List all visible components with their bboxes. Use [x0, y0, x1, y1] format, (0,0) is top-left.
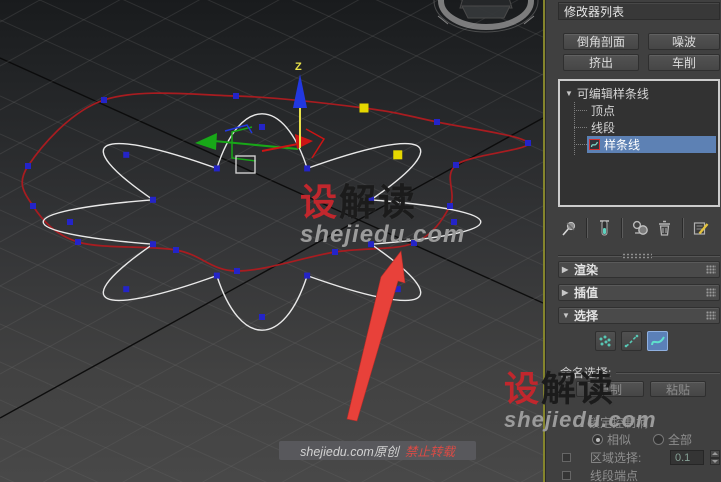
lock-handles-checkbox[interactable]	[574, 418, 583, 427]
modifier-button-bevel-profile[interactable]: 倒角剖面	[563, 33, 639, 50]
button-label: 倒角剖面	[576, 35, 625, 49]
show-end-result-icon[interactable]	[597, 219, 612, 238]
splitter-handle[interactable]	[622, 253, 652, 259]
vertex-mode-button[interactable]	[595, 331, 616, 351]
modifier-button-noise[interactable]: 噪波	[648, 33, 720, 50]
configure-modifier-sets-icon[interactable]	[692, 219, 710, 238]
button-label: 挤出	[588, 56, 613, 70]
lock-handles-row: 锁定控制柄	[574, 414, 648, 431]
toolbar-separator	[682, 218, 684, 238]
modifier-list-dropdown[interactable]: 修改器列表	[558, 2, 720, 20]
area-selection-row: 区域选择: 0.1	[562, 449, 720, 466]
spline-vertices[interactable]	[25, 93, 531, 320]
stack-item-label: 可编辑样条线	[576, 87, 649, 101]
toolbar-separator	[586, 218, 588, 238]
home-grid	[0, 0, 543, 482]
stack-item-spline-selected[interactable]: 样条线	[589, 136, 640, 153]
chevron-down-icon: ▼	[562, 311, 570, 320]
spinner-down-icon[interactable]	[710, 457, 720, 465]
spinner-up-icon[interactable]	[710, 450, 720, 458]
alike-radio[interactable]	[592, 434, 603, 445]
pin-stack-icon[interactable]	[560, 219, 577, 238]
expand-triangle-icon[interactable]: ▼	[565, 89, 573, 98]
tree-connector	[574, 127, 587, 128]
rollout-grip-icon[interactable]	[706, 265, 716, 274]
groove-line	[616, 371, 720, 374]
alike-label: 相似	[607, 433, 632, 447]
all-radio[interactable]	[653, 434, 665, 445]
gizmo-plane-red	[305, 128, 326, 159]
panel-splitter[interactable]	[558, 252, 720, 260]
spline-mode-button[interactable]	[647, 331, 668, 351]
axis-z-label: Z	[295, 61, 302, 73]
subobject-mode-row	[558, 331, 720, 351]
segment-end-row: 线段端点	[562, 467, 638, 482]
vertex-icon	[599, 335, 611, 347]
modify-panel: 修改器列表 倒角剖面 噪波 挤出 车削 ▼ 可编辑样条线 顶点 线段 样条线 ▶…	[545, 0, 721, 482]
spline-subobject-icon	[589, 139, 600, 150]
segment-mode-button[interactable]	[621, 331, 642, 351]
named-selection-row: 命名选择:	[560, 364, 720, 381]
modifier-stack[interactable]: ▼ 可编辑样条线 顶点 线段 样条线	[558, 79, 720, 207]
rollout-grip-icon[interactable]	[706, 288, 716, 297]
stack-toolbar	[558, 214, 720, 242]
rollout-label: 插值	[574, 286, 599, 300]
segment-end-checkbox[interactable]	[562, 471, 571, 480]
rollout-label: 选择	[574, 309, 599, 323]
button-label: 噪波	[671, 35, 696, 49]
chevron-right-icon: ▶	[562, 288, 569, 297]
toolbar-separator	[621, 218, 623, 238]
rollout-interpolation[interactable]: ▶ 插值	[558, 284, 720, 301]
annotation-arrow	[346, 250, 406, 422]
paste-button[interactable]: 粘贴	[650, 381, 706, 397]
area-selection-label: 区域选择:	[590, 451, 642, 465]
gizmo-x-arrowhead	[295, 134, 313, 149]
viewport-3d[interactable]: Z	[0, 0, 543, 482]
all-label: 全部	[668, 433, 693, 447]
rollout-grip-icon[interactable]	[706, 311, 716, 320]
stack-item-vertex[interactable]: 顶点	[591, 102, 615, 119]
viewport-canvas[interactable]: Z	[0, 0, 543, 482]
stack-item-label: 样条线	[604, 138, 641, 152]
copyright-note: shejiedu.com原创 禁止转载	[279, 441, 476, 460]
spinner-value: 0.1	[675, 451, 691, 464]
segment-end-label: 线段端点	[590, 469, 639, 482]
rollout-rendering[interactable]: ▶ 渲染	[558, 261, 720, 278]
stack-item-label: 线段	[591, 121, 616, 135]
remove-modifier-icon[interactable]	[656, 219, 673, 238]
spinner-arrows[interactable]	[710, 450, 720, 465]
segment-icon	[624, 334, 639, 348]
button-label: 复制	[597, 382, 622, 397]
stack-item-label: 顶点	[591, 104, 616, 118]
area-selection-checkbox[interactable]	[562, 453, 571, 462]
stack-item-editable-spline[interactable]: ▼ 可编辑样条线	[565, 85, 649, 102]
modifier-list-label: 修改器列表	[564, 4, 625, 19]
copy-button[interactable]: 复制	[576, 381, 644, 397]
tree-connector	[574, 144, 587, 145]
rollout-selection[interactable]: ▼ 选择	[558, 307, 720, 324]
make-unique-icon[interactable]	[631, 219, 650, 238]
button-label: 粘贴	[665, 382, 690, 397]
modifier-button-extrude[interactable]: 挤出	[563, 54, 639, 71]
spline-icon	[650, 336, 665, 346]
tree-connector	[574, 110, 587, 111]
lock-type-radio-row: 相似 全部	[592, 431, 692, 448]
copyright-warning-text: 禁止转载	[404, 445, 455, 459]
stack-item-segment[interactable]: 线段	[591, 119, 615, 136]
lock-handles-label: 锁定控制柄	[588, 416, 649, 430]
copyright-origin-text: shejiedu.com原创	[300, 445, 399, 459]
screenshot-root: Z 设解读 shejiedu.com 设解读 shejiedu.com shej…	[0, 0, 721, 482]
area-selection-input[interactable]: 0.1	[670, 450, 704, 465]
rollout-label: 渲染	[574, 263, 599, 277]
modifier-button-lathe[interactable]: 车削	[648, 54, 720, 71]
named-selection-label: 命名选择:	[560, 366, 612, 380]
button-label: 车削	[671, 56, 696, 70]
chevron-right-icon: ▶	[562, 265, 569, 274]
